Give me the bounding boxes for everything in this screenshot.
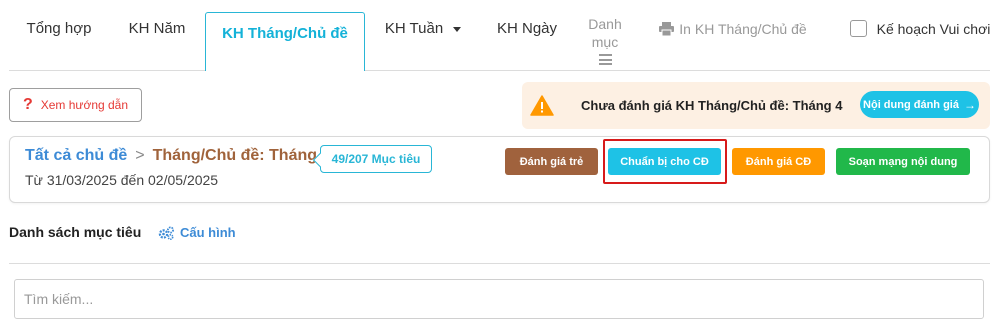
evaluation-alert: Chưa đánh giá KH Tháng/Chủ đề: Tháng 4 N…: [522, 82, 990, 129]
tab-tong-hop[interactable]: Tổng hợp: [9, 0, 109, 64]
prepare-topic-button[interactable]: Chuẩn bị cho CĐ: [608, 148, 721, 175]
evaluate-children-button[interactable]: Đánh giá trẻ: [505, 148, 598, 175]
date-range: Từ 31/03/2025 đến 02/05/2025: [25, 172, 219, 188]
breadcrumb: Tất cả chủ đề > Tháng/Chủ đề: Tháng 4: [25, 147, 330, 165]
vui-choi-toggle[interactable]: Kế hoạch Vui chơi: [845, 0, 992, 64]
chevron-right-icon: >: [135, 147, 145, 164]
guide-label: Xem hướng dẫn: [40, 98, 129, 112]
gears-icon: [158, 226, 174, 240]
tab-label-line2: mục: [591, 34, 619, 50]
printer-icon: [659, 21, 675, 36]
question-icon: ?: [22, 96, 33, 113]
print-kh-thang-link[interactable]: In KH Tháng/Chủ đề: [653, 0, 813, 64]
tab-bar: Tổng hợp KH Năm KH Tháng/Chủ đề KH Tuần …: [9, 0, 990, 71]
breadcrumb-all-topics[interactable]: Tất cả chủ đề: [25, 147, 127, 165]
divider: [9, 263, 990, 264]
tab-danh-muc[interactable]: Danh mục: [579, 15, 631, 75]
tab-kh-nam[interactable]: KH Năm: [109, 0, 205, 64]
tab-kh-ngay[interactable]: KH Ngày: [487, 0, 567, 64]
warning-icon: [530, 95, 554, 116]
goal-count-badge: 49/207 Mục tiêu: [320, 145, 432, 173]
print-label: In KH Tháng/Chủ đề: [679, 20, 807, 37]
hamburger-menu-icon: [598, 54, 612, 65]
guide-button[interactable]: ? Xem hướng dẫn: [9, 88, 142, 122]
config-label: Cấu hình: [180, 225, 236, 240]
breadcrumb-current-topic: Tháng/Chủ đề: Tháng 4: [152, 147, 331, 164]
goal-list-title: Danh sách mục tiêu: [9, 224, 142, 240]
vui-choi-label: Kế hoạch Vui chơi: [876, 20, 991, 37]
tab-label: Tổng hợp: [26, 20, 92, 37]
evaluate-topic-button[interactable]: Đánh giá CĐ: [732, 148, 825, 175]
compose-content-network-button[interactable]: Soạn mạng nội dung: [836, 148, 970, 175]
tab-kh-thang-active[interactable]: KH Tháng/Chủ đề: [205, 12, 365, 71]
tab-kh-tuan[interactable]: KH Tuần: [371, 0, 475, 64]
tab-label: KH Năm: [128, 20, 186, 37]
tab-label: KH Tháng/Chủ đề: [222, 25, 348, 42]
vui-choi-checkbox[interactable]: [849, 20, 867, 37]
config-link[interactable]: Cấu hình: [158, 225, 236, 240]
topic-card: Tất cả chủ đề > Tháng/Chủ đề: Tháng 4 49…: [9, 136, 990, 203]
caret-down-icon: [453, 27, 462, 32]
evaluation-content-button[interactable]: Nội dung đánh giá →: [860, 91, 979, 118]
tab-label: KH Tuần: [384, 20, 444, 37]
search-input[interactable]: [14, 279, 984, 319]
tab-label-line1: Danh: [588, 16, 622, 32]
arrow-right-icon: →: [963, 97, 976, 112]
alert-button-label: Nội dung đánh giá: [863, 98, 959, 111]
tab-label: KH Ngày: [496, 20, 558, 37]
alert-text: Chưa đánh giá KH Tháng/Chủ đề: Tháng 4: [581, 98, 843, 113]
